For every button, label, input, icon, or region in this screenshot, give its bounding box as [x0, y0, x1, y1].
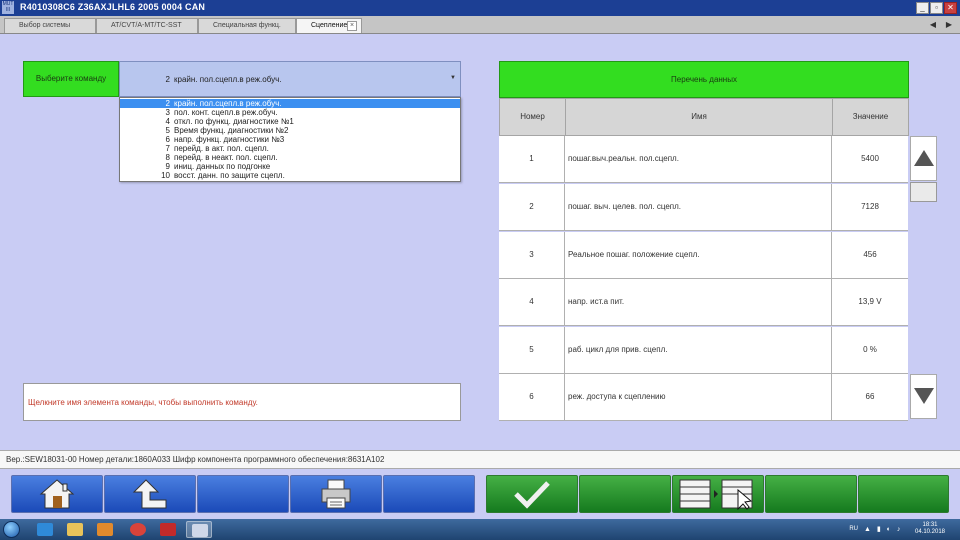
minimize-button[interactable]: _	[916, 2, 929, 14]
row-name: реж. доступа к сцеплению	[565, 374, 832, 420]
clock-date: 04.10.2018	[914, 529, 946, 535]
mut-taskbar-icon[interactable]	[186, 521, 212, 538]
scroll-thumb[interactable]	[910, 182, 937, 202]
row-name: пошаг. выч. целев. пол. сцепл.	[565, 184, 832, 230]
table-row[interactable]: 3 Реальное пошаг. положение сцепл. 456	[499, 232, 908, 279]
list-select-button[interactable]	[672, 475, 764, 513]
triangle-down-icon	[914, 388, 934, 404]
confirm-button[interactable]	[486, 475, 578, 513]
toolbar-empty-button[interactable]	[579, 475, 671, 513]
row-name: Реальное пошаг. положение сцепл.	[565, 232, 832, 278]
toolbar-empty-button[interactable]	[383, 475, 475, 513]
scroll-up-button[interactable]	[910, 136, 937, 181]
command-dropdown-list: 2 крайн. пол.сцепл.в реж.обуч. 3 пол. конт…	[119, 97, 461, 182]
column-header-number: Номер	[499, 98, 566, 136]
close-button[interactable]: ✕	[944, 2, 957, 14]
bottom-toolbar	[0, 469, 960, 519]
tab-clutch[interactable]: Сцепление ×	[296, 18, 362, 33]
command-selected-text: крайн. пол.сцепл.в реж.обуч.	[174, 75, 282, 84]
row-number: 3	[499, 232, 565, 278]
dropdown-option[interactable]: 9 иниц. данных по подгонке	[120, 162, 460, 171]
row-name: напр. ист.а пит.	[565, 279, 832, 325]
row-number: 5	[499, 327, 565, 373]
dropdown-option[interactable]: 7 перейд. в акт. пол. сцепл.	[120, 144, 460, 153]
column-header-name: Имя	[565, 98, 833, 136]
row-value: 13,9 V	[858, 297, 882, 306]
command-selected-number: 2	[165, 75, 170, 84]
ie-taskbar-icon[interactable]	[32, 521, 58, 538]
row-value: 7128	[861, 202, 879, 211]
print-icon	[321, 479, 351, 509]
row-number: 1	[499, 136, 565, 182]
explorer-taskbar-icon[interactable]	[62, 521, 88, 538]
dropdown-option[interactable]: 3 пол. конт. сцепл.в реж.обуч.	[120, 108, 460, 117]
column-header-value: Значение	[832, 98, 909, 136]
version-info: Вер.:SEW18031-00 Номер детали:1860A033 Ш…	[0, 450, 960, 469]
home-button[interactable]	[11, 475, 103, 513]
print-button[interactable]	[290, 475, 382, 513]
command-label: Выберите команду	[23, 61, 119, 97]
chrome-taskbar-icon[interactable]	[125, 521, 151, 538]
dropdown-option[interactable]: 10 восст. данн. по защите сцепл.	[120, 171, 460, 180]
list-select-icon	[679, 479, 753, 510]
window-title: R4010308C6 Z36AXJLHL6 2005 0004 CAN	[20, 2, 206, 12]
tab-special-function[interactable]: Специальная функц.	[198, 18, 296, 33]
tab-close-icon[interactable]: ×	[347, 21, 357, 31]
dropdown-arrow-icon[interactable]: ▼	[450, 75, 456, 81]
toolbar-empty-button[interactable]	[858, 475, 949, 513]
language-indicator[interactable]: RU	[849, 526, 858, 532]
row-name: пошаг.выч.реальн. пол.сцепл.	[565, 136, 832, 182]
scroll-down-button[interactable]	[910, 374, 937, 419]
clock[interactable]: 18:31 04.10.2018	[912, 522, 948, 536]
back-icon	[132, 479, 167, 509]
command-select[interactable]: 2 крайн. пол.сцепл.в реж.обуч. ▼	[119, 61, 461, 97]
toolbar-empty-button[interactable]	[197, 475, 289, 513]
dropdown-option[interactable]: 6 напр. функц. диагностики №3	[120, 135, 460, 144]
back-button[interactable]	[104, 475, 196, 513]
table-row[interactable]: 6 реж. доступа к сцеплению 66	[499, 374, 908, 421]
data-list-title: Перечень данных	[499, 61, 909, 98]
app-icon: MUT III	[2, 1, 14, 14]
row-value: 456	[863, 250, 877, 259]
tab-strip: Выбор системы AT/CVT/A-MT/TC-SST Специал…	[0, 16, 960, 34]
row-name: раб. цикл для прив. сцепл.	[565, 327, 832, 373]
row-value: 0 %	[863, 345, 877, 354]
app-taskbar-icon[interactable]	[155, 521, 181, 538]
start-button-icon[interactable]	[3, 521, 20, 538]
home-icon	[39, 479, 75, 509]
hint-message: Щелкните имя элемента команды, чтобы вып…	[23, 383, 461, 421]
row-value: 5400	[861, 154, 879, 163]
toolbar-empty-button[interactable]	[765, 475, 857, 513]
restore-button[interactable]: ▫	[930, 2, 943, 14]
table-row[interactable]: 2 пошаг. выч. целев. пол. сцепл. 7128	[499, 184, 908, 231]
row-number: 4	[499, 279, 565, 325]
dropdown-option[interactable]: 2 крайн. пол.сцепл.в реж.обуч.	[120, 99, 460, 108]
dropdown-option[interactable]: 4 откл. по функц. диагностике №1	[120, 117, 460, 126]
triangle-up-icon	[914, 150, 934, 166]
tab-system-select[interactable]: Выбор системы	[4, 18, 96, 33]
tab-scroll-left-icon[interactable]: ◀	[926, 18, 940, 32]
table-row[interactable]: 5 раб. цикл для прив. сцепл. 0 %	[499, 327, 908, 374]
row-value: 66	[865, 392, 875, 401]
tray-icons[interactable]: ▲ ▮ ◐ ♪	[864, 525, 912, 533]
table-row[interactable]: 4 напр. ист.а пит. 13,9 V	[499, 279, 908, 326]
scroll-track[interactable]	[910, 182, 937, 374]
table-row[interactable]: 1 пошаг.выч.реальн. пол.сцепл. 5400	[499, 136, 908, 183]
check-icon	[514, 481, 550, 509]
tab-scroll-right-icon[interactable]: ▶	[942, 18, 956, 32]
title-bar: MUT III R4010308C6 Z36AXJLHL6 2005 0004 …	[0, 0, 960, 16]
row-number: 6	[499, 374, 565, 420]
clock-time: 18:31	[922, 522, 938, 528]
dropdown-option[interactable]: 5 Время функц. диагностики №2	[120, 126, 460, 135]
tab-transmission[interactable]: AT/CVT/A-MT/TC-SST	[96, 18, 198, 33]
os-taskbar: RU ▲ ▮ ◐ ♪ 18:31 04.10.2018	[0, 519, 960, 540]
media-player-taskbar-icon[interactable]	[92, 521, 118, 538]
row-number: 2	[499, 184, 565, 230]
dropdown-option[interactable]: 8 перейд. в неакт. пол. сцепл.	[120, 153, 460, 162]
